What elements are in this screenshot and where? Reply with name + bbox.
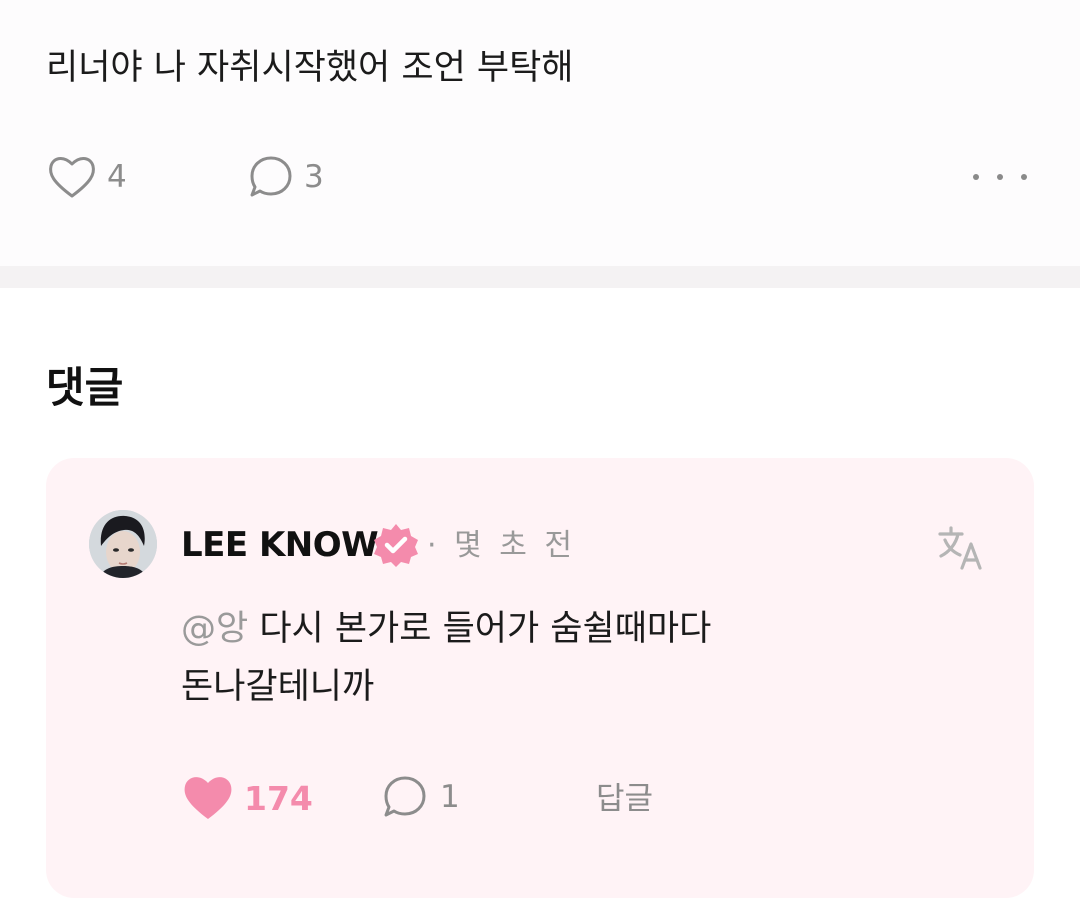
comment-replies-button[interactable]: 1 xyxy=(382,774,460,820)
heart-filled-icon xyxy=(184,777,232,819)
post-text: 리너야 나 자취시작했어 조언 부탁해 xyxy=(46,48,574,88)
section-divider xyxy=(0,266,1080,288)
more-horizontal-icon xyxy=(997,174,1003,180)
avatar-image xyxy=(89,510,157,578)
comment-timestamp: · 몇 초 전 xyxy=(427,528,576,563)
comment-body-line: @앙 다시 본가로 들어가 숨쉴때마다 xyxy=(181,600,711,658)
reply-button[interactable]: 답글 xyxy=(596,776,653,822)
comment-body-line: 돈나갈테니까 xyxy=(181,667,375,707)
more-options-button[interactable] xyxy=(970,160,1030,194)
comment-mention[interactable]: @앙 xyxy=(181,609,248,649)
comment-author-name[interactable]: LEE KNOW xyxy=(181,522,379,568)
more-horizontal-icon xyxy=(973,174,979,180)
comment-bubble-icon xyxy=(384,776,426,817)
more-horizontal-icon xyxy=(1021,174,1027,180)
comment-reply-count: 1 xyxy=(440,779,460,815)
translate-icon[interactable] xyxy=(936,522,986,572)
comment-body: @앙 다시 본가로 들어가 숨쉴때마다 돈나갈테니까 xyxy=(181,600,711,716)
verified-badge-icon xyxy=(374,524,418,567)
comment-like-count: 174 xyxy=(244,778,313,818)
comments-section-title: 댓글 xyxy=(46,363,124,412)
comment-bubble-icon xyxy=(250,156,292,197)
avatar[interactable] xyxy=(89,510,157,578)
comment-text: 다시 본가로 들어가 숨쉴때마다 xyxy=(248,609,712,649)
post-comment-count: 3 xyxy=(304,159,324,195)
post-like-count: 4 xyxy=(107,159,127,195)
post-like-button[interactable]: 4 xyxy=(47,154,127,200)
comment-like-button[interactable]: 174 xyxy=(182,774,313,822)
heart-outline-icon xyxy=(49,157,95,198)
post-card: 리너야 나 자취시작했어 조언 부탁해 4 3 xyxy=(0,0,1080,266)
post-comment-button[interactable]: 3 xyxy=(248,154,324,200)
